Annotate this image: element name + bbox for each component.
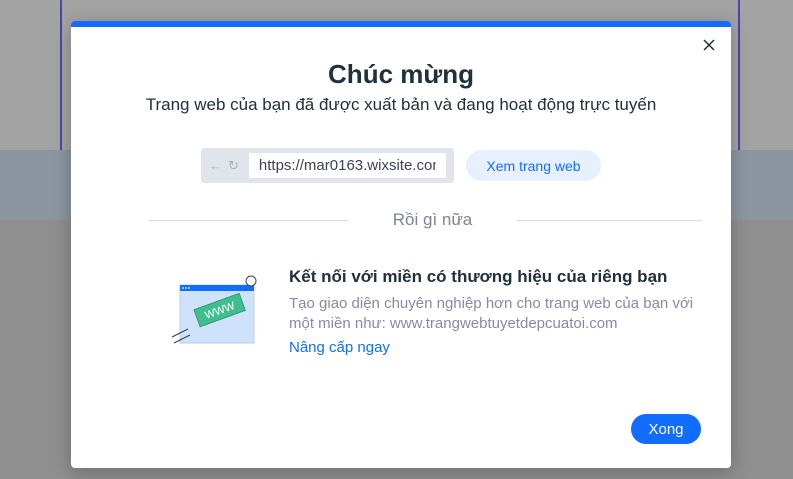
custom-domain-title: Kết nối với miền có thương hiệu của riên… <box>289 267 668 286</box>
close-button[interactable] <box>699 35 719 55</box>
refresh-icon: ↻ <box>228 158 239 173</box>
divider-left <box>149 220 348 221</box>
dialog-title: Chúc mừng <box>328 59 474 89</box>
arrow-left-icon: ← <box>209 158 222 173</box>
next-steps-label: Rồi gì nữa <box>392 210 473 229</box>
domain-illustration-icon: WWW <box>171 275 257 344</box>
done-button[interactable]: Xong <box>631 414 701 444</box>
divider-right <box>517 220 702 221</box>
view-site-button[interactable]: Xem trang web <box>466 150 601 181</box>
dialog-subtitle: Trang web của bạn đã được xuất bản và đa… <box>145 95 657 114</box>
site-url-bar: ← ↻ <box>201 148 454 183</box>
close-icon <box>703 39 715 51</box>
custom-domain-description: Tạo giao diện chuyên nghiệp hơn cho tran… <box>289 295 694 332</box>
dialog-accent-bar <box>71 21 731 27</box>
upgrade-now-link[interactable]: Nâng cấp ngay <box>289 339 390 356</box>
publish-success-dialog: Chúc mừng Trang web của bạn đã được xuất… <box>71 21 731 468</box>
site-url-field[interactable] <box>248 153 446 178</box>
